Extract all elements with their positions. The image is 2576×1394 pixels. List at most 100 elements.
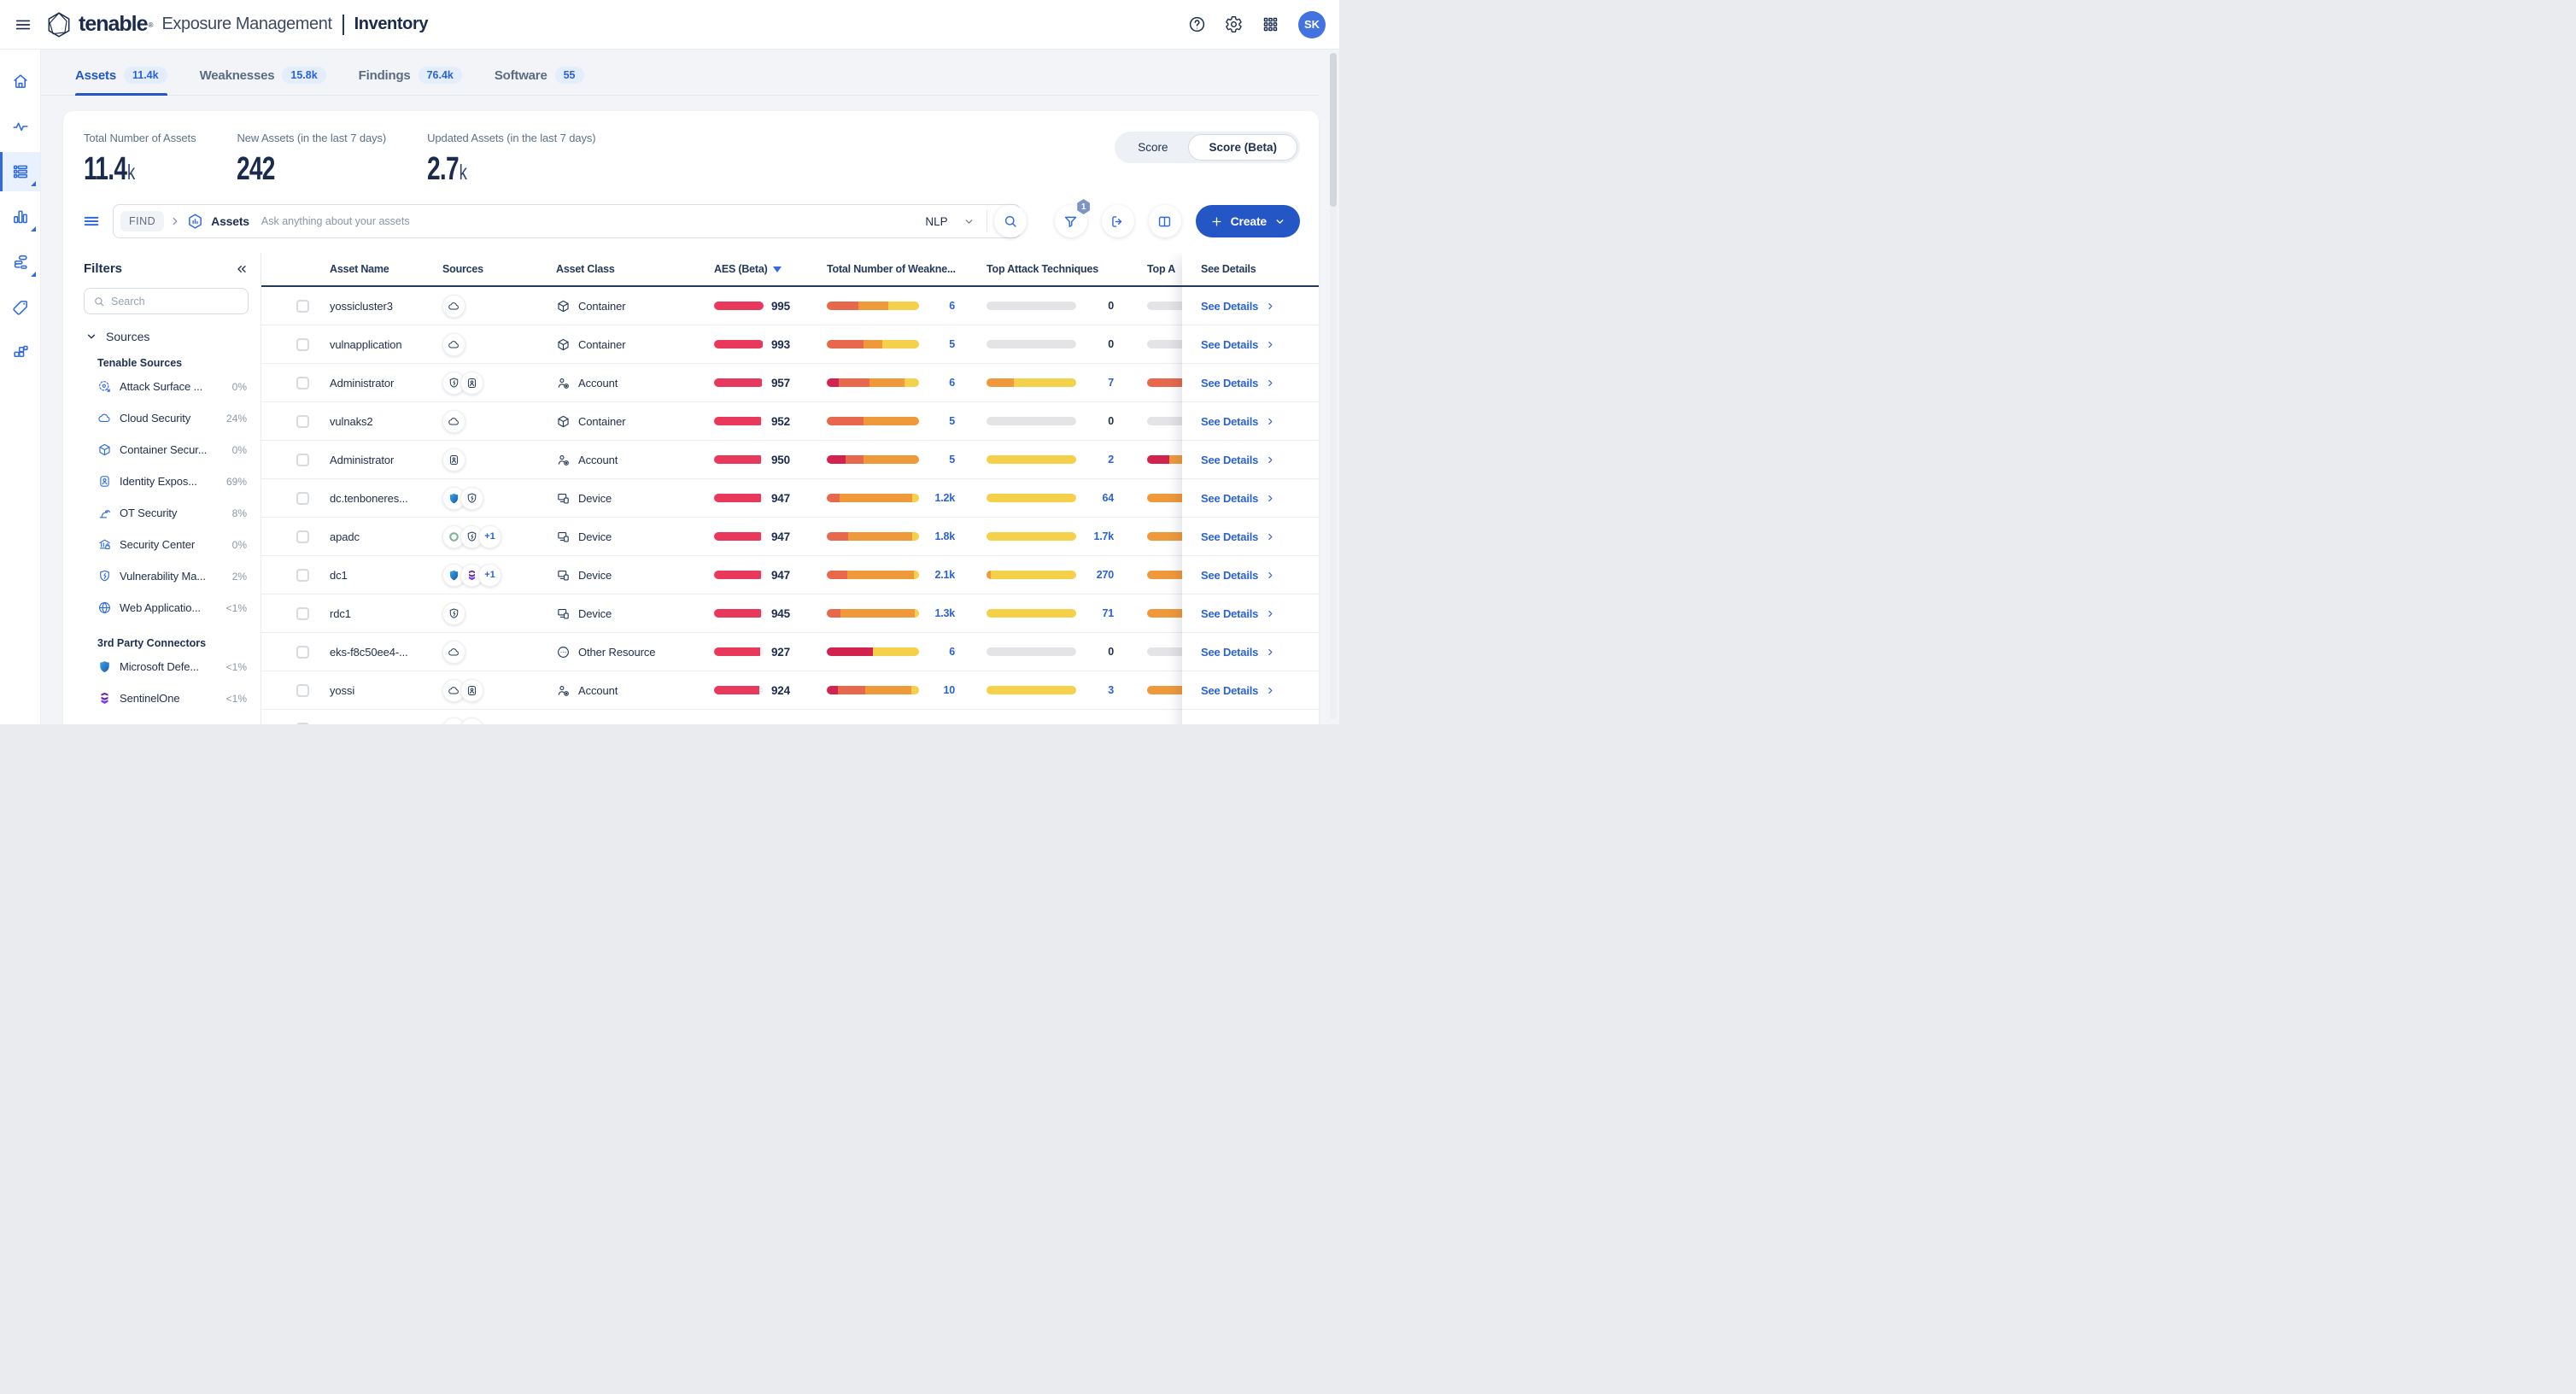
filter-item[interactable]: Container Secur...0% [97, 434, 249, 466]
sidebar-item-tag[interactable] [0, 288, 40, 327]
filter-item[interactable]: Security Center0% [97, 529, 249, 560]
column-header-2[interactable]: Sources [442, 263, 556, 275]
user-avatar[interactable]: SK [1298, 11, 1326, 38]
search-input[interactable] [261, 215, 913, 227]
see-details-link[interactable]: See Details [1201, 454, 1276, 466]
column-header-6[interactable]: Top Attack Techniques [986, 263, 1147, 275]
weaknesses-value[interactable]: 1.3k [924, 607, 955, 619]
attack-techniques-value[interactable]: 1.7k [1081, 530, 1114, 542]
sidebar-item-apps[interactable] [0, 333, 40, 372]
attack-techniques-value[interactable]: 2 [1081, 454, 1114, 466]
table-row[interactable]: vulnapplicationContainer99350 [261, 325, 1319, 364]
weaknesses-value[interactable]: 1.8k [924, 530, 955, 542]
weaknesses-value[interactable]: 6 [924, 300, 955, 312]
create-button[interactable]: Create [1196, 205, 1300, 237]
sidebar-item-activity[interactable] [0, 107, 40, 146]
table-row[interactable]: apadc+1Device9471.8k1.7k [261, 518, 1319, 556]
column-header-1[interactable]: Asset Name [330, 263, 442, 275]
row-checkbox[interactable] [296, 723, 309, 725]
table-row[interactable]: yossicluster3Container99560 [261, 287, 1319, 325]
find-scope-chip[interactable]: FIND [120, 211, 164, 231]
row-checkbox[interactable] [296, 530, 309, 543]
row-checkbox[interactable] [296, 377, 309, 390]
search-submit-icon[interactable] [994, 205, 1027, 237]
columns-button[interactable] [1149, 205, 1181, 237]
see-details-link[interactable]: See Details [1201, 569, 1276, 582]
table-row[interactable]: dc1+1Device9472.1k270 [261, 556, 1319, 594]
weaknesses-value[interactable]: 1.2k [924, 492, 955, 504]
page-scrollbar-thumb[interactable] [1330, 53, 1337, 207]
see-details-link[interactable]: See Details [1201, 646, 1276, 659]
see-details-link[interactable]: See Details [1201, 492, 1276, 505]
table-row[interactable]: AdministratorAccount95767 [261, 364, 1319, 402]
export-button[interactable] [1102, 205, 1134, 237]
table-row[interactable]: AdministratorAccount95052 [261, 441, 1319, 479]
filter-item[interactable]: Cloud Security24% [97, 402, 249, 434]
sidebar-item-home[interactable] [0, 62, 40, 101]
table-row[interactable]: rdc1Device9451.3k71 [261, 594, 1319, 633]
more-sources-chip[interactable]: +1 [478, 564, 501, 587]
sidebar-item-analytics[interactable] [0, 197, 40, 237]
tab-weaknesses[interactable]: Weaknesses15.8k [200, 67, 326, 95]
score-toggle-option-1[interactable]: Score (Beta) [1188, 134, 1297, 161]
row-checkbox[interactable] [296, 338, 309, 351]
more-sources-chip[interactable]: +1 [478, 525, 501, 548]
weaknesses-value[interactable]: 5 [924, 338, 955, 350]
row-checkbox[interactable] [296, 415, 309, 428]
table-row[interactable]: yossiAccount924103 [261, 671, 1319, 710]
row-checkbox[interactable] [296, 684, 309, 697]
attack-techniques-value[interactable]: 71 [1081, 607, 1114, 619]
table-row[interactable]: eks-f8c50ee4-...Other Resource92760 [261, 633, 1319, 671]
column-header-3[interactable]: Asset Class [556, 263, 714, 275]
table-row[interactable]: dc.tenboneres...Device9471.2k64 [261, 479, 1319, 518]
attack-techniques-value[interactable]: 7 [1081, 377, 1114, 389]
column-header-4[interactable]: AES (Beta) [714, 263, 827, 275]
filters-search-input[interactable] [111, 296, 239, 308]
row-checkbox[interactable] [296, 569, 309, 582]
column-header-5[interactable]: Total Number of Weakne... [827, 263, 986, 275]
table-row[interactable]: vulnaks2Container95250 [261, 402, 1319, 441]
filter-item[interactable]: Attack Surface ...0% [97, 371, 249, 402]
weaknesses-value[interactable]: 5 [924, 454, 955, 466]
attack-techniques-value[interactable]: 3 [1081, 684, 1114, 696]
filter-item[interactable]: OT Security8% [97, 497, 249, 529]
weaknesses-value[interactable]: 10 [924, 684, 955, 696]
see-details-link[interactable]: See Details [1201, 300, 1276, 313]
attack-techniques-value[interactable]: 64 [1081, 492, 1114, 504]
filter-button[interactable]: 1 [1055, 205, 1087, 237]
global-search-field[interactable]: FIND Assets NLP [113, 204, 1021, 238]
app-launcher-grid-icon[interactable] [1262, 15, 1279, 33]
weaknesses-value[interactable]: 6 [924, 377, 955, 389]
collapse-panel-icon[interactable] [235, 262, 249, 276]
tab-software[interactable]: Software55 [495, 67, 584, 95]
see-details-link[interactable]: See Details [1201, 530, 1276, 543]
filter-item[interactable]: SentinelOne<1% [97, 682, 249, 714]
settings-gear-icon[interactable] [1225, 15, 1243, 33]
filter-item[interactable]: Vulnerability Ma...2% [97, 560, 249, 592]
filters-search-box[interactable] [84, 288, 249, 314]
see-details-link[interactable]: See Details [1201, 377, 1276, 390]
sidebar-item-inventory[interactable] [0, 152, 40, 191]
main-menu-icon[interactable] [14, 15, 32, 34]
see-details-link[interactable]: See Details [1201, 684, 1276, 697]
help-icon[interactable] [1188, 15, 1206, 33]
see-details-link[interactable]: See Details [1201, 607, 1276, 620]
row-checkbox[interactable] [296, 454, 309, 466]
filter-item[interactable]: Identity Expos...69% [97, 466, 249, 497]
query-menu-icon[interactable] [82, 212, 101, 231]
row-checkbox[interactable] [296, 607, 309, 620]
filter-item[interactable]: Web Applicatio...<1% [97, 592, 249, 624]
row-checkbox[interactable] [296, 646, 309, 659]
tab-findings[interactable]: Findings76.4k [359, 67, 462, 95]
see-details-link[interactable]: See Details [1201, 415, 1276, 428]
attack-techniques-value[interactable]: 270 [1081, 569, 1114, 581]
weaknesses-value[interactable]: 5 [924, 415, 955, 427]
see-details-link[interactable]: See Details [1201, 338, 1276, 351]
weaknesses-value[interactable]: 2.1k [924, 569, 955, 581]
filter-item[interactable]: Microsoft Defe...<1% [97, 651, 249, 682]
row-checkbox[interactable] [296, 492, 309, 505]
row-checkbox[interactable] [296, 300, 309, 313]
weaknesses-value[interactable]: 6 [924, 646, 955, 658]
tab-assets[interactable]: Assets11.4k [75, 67, 167, 95]
page-scrollbar[interactable] [1330, 53, 1337, 719]
